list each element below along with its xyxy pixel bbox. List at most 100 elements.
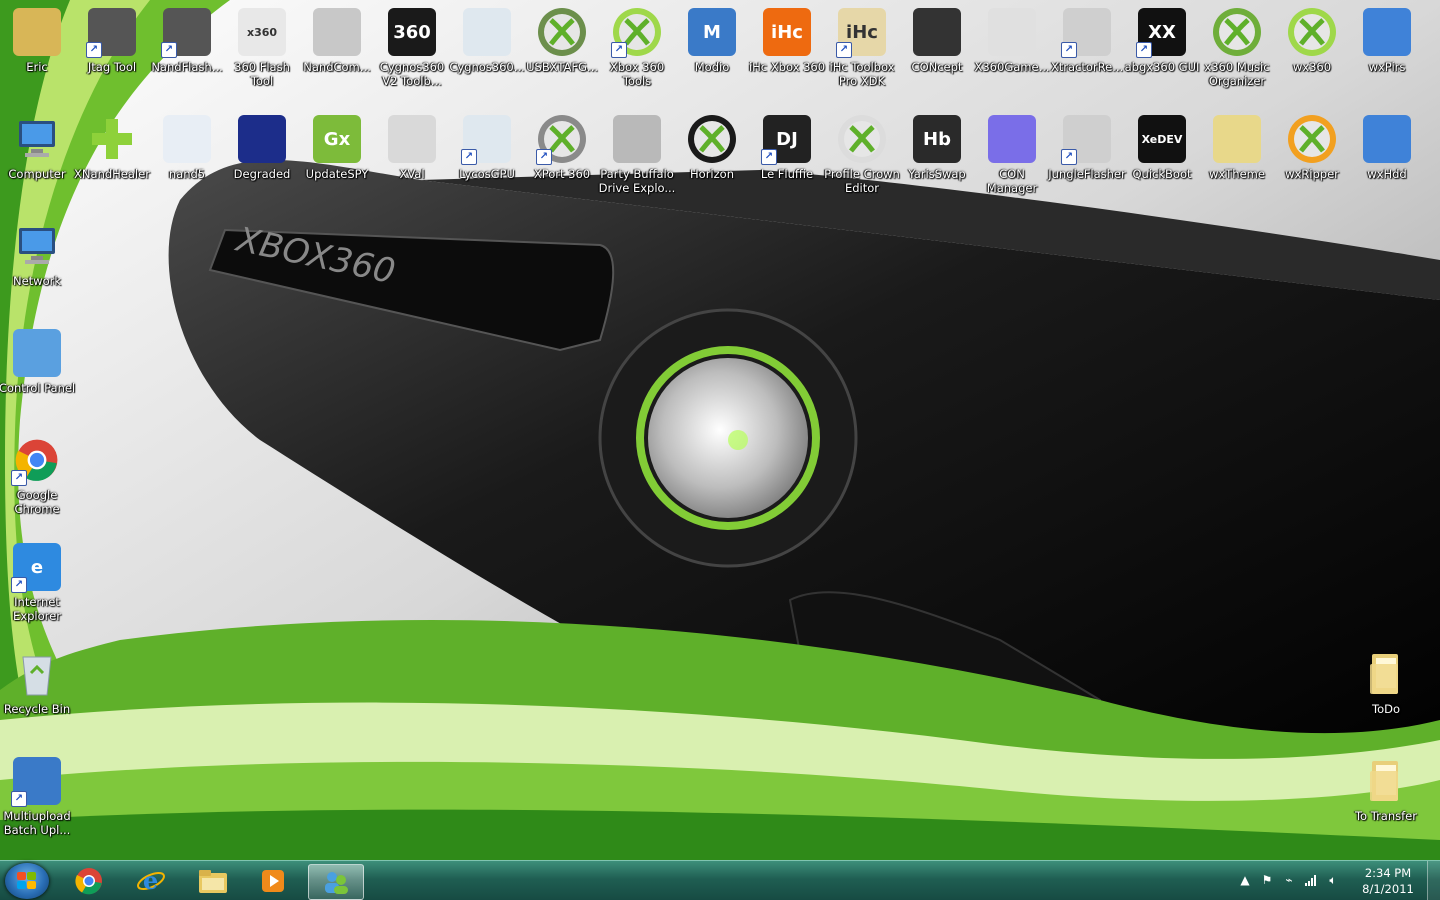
- taskbar-media-player-button[interactable]: [246, 864, 300, 898]
- desktop-icon-label: Modio: [694, 60, 730, 74]
- show-desktop-button[interactable]: [1427, 861, 1440, 900]
- green-cross-icon: [88, 115, 136, 163]
- shortcut-arrow-icon: ↗: [461, 149, 477, 165]
- action-center-flag-icon[interactable]: ⚑: [1260, 873, 1274, 887]
- desktop-icon-concept[interactable]: CONcept: [900, 4, 974, 104]
- system-clock[interactable]: 2:34 PM 8/1/2011: [1358, 865, 1418, 897]
- taskbar-ie-button[interactable]: e: [124, 864, 178, 898]
- concept-icon: [913, 8, 961, 56]
- desktop-icon-label: XtractorRe...: [1050, 60, 1124, 74]
- desktop-icon-label: Cygnos360 V2 Toolb...: [379, 60, 445, 88]
- network-signal-icon[interactable]: [1304, 873, 1318, 887]
- desktop-icon-google-chrome[interactable]: ↗ Google Chrome: [0, 432, 74, 532]
- desktop-icon-x360game[interactable]: X360Game...: [974, 4, 1050, 104]
- desktop-icon-lycosgpu[interactable]: ↗ LycosGPU: [450, 111, 524, 211]
- desktop-icon-jtag-tool[interactable]: ↗ Jtag Tool: [75, 4, 149, 104]
- desktop-icon-wx360[interactable]: wx360: [1275, 4, 1349, 104]
- desktop-icon-degraded[interactable]: Degraded: [225, 111, 299, 211]
- chrome-icon: ↗: [11, 436, 61, 486]
- desktop-icon-modio[interactable]: M Modio: [675, 4, 749, 104]
- desktop-icon-label: nand5: [168, 167, 206, 181]
- desktop-icon-cygnos360-v2-toolb[interactable]: 360 Cygnos360 V2 Toolb...: [375, 4, 449, 104]
- desktop-icon-label: Computer: [8, 167, 66, 181]
- desktop-icon-xport-360[interactable]: ↗ XPort 360: [525, 111, 599, 211]
- desktop-icon-jungleflasher[interactable]: ↗ JungleFlasher: [1048, 111, 1126, 211]
- shortcut-arrow-icon: ↗: [86, 42, 102, 58]
- desktop-icon-label: Internet Explorer: [13, 595, 61, 623]
- desktop-icon-abgx360-gui[interactable]: XX ↗ abgx360 GUI: [1125, 4, 1199, 104]
- taskbar-active-app-button[interactable]: [308, 864, 364, 900]
- desktop-icon-nandflash[interactable]: ↗ NandFlash...: [150, 4, 224, 104]
- desktop-icon-to-transfer[interactable]: To Transfer: [1349, 753, 1423, 853]
- window-app-icon: ↗: [461, 115, 511, 165]
- desktop-icon-label: CONcept: [911, 60, 963, 74]
- desktop-icon-computer[interactable]: Computer: [0, 111, 74, 211]
- desktop-icon-nandcom[interactable]: NandCom...: [300, 4, 374, 104]
- desktop-icon-network[interactable]: Network: [0, 218, 74, 318]
- desktop-icon-recycle-bin[interactable]: Recycle Bin: [0, 646, 74, 746]
- desktop-icon-360-flash-tool[interactable]: x360 360 Flash Tool: [225, 4, 299, 104]
- desktop-icon-wxpirs[interactable]: wxPirs: [1350, 4, 1424, 104]
- network-icon: [13, 222, 61, 270]
- volume-icon[interactable]: 🔈︎: [1326, 873, 1340, 887]
- recycle-bin-icon: [13, 650, 61, 698]
- desktop-icon-quickboot[interactable]: XeDEV QuickBoot: [1125, 111, 1199, 211]
- desktop-icon-label: X360Game...: [974, 60, 1050, 74]
- desktop-icon-ihc-xbox-360[interactable]: iHc iHc Xbox 360: [748, 4, 826, 104]
- desktop-icon-xval[interactable]: XVal: [375, 111, 449, 211]
- desktop-icon-label: wxPirs: [1368, 60, 1406, 74]
- shortcut-arrow-icon: ↗: [1136, 42, 1152, 58]
- desktop-icon-usbxtafg[interactable]: USBXTAFG...: [525, 4, 599, 104]
- modio-icon: M: [688, 8, 736, 56]
- desktop-icon-cygnos360[interactable]: Cygnos360...: [449, 4, 525, 104]
- xbox-logo-icon: ↗: [611, 8, 661, 58]
- xbox-logo-icon: ↗: [536, 115, 586, 165]
- desktop-icon-xtractorre[interactable]: ↗ XtractorRe...: [1050, 4, 1124, 104]
- desktop-icon-label: abgx360 GUI: [1124, 60, 1200, 74]
- paw-icon: DJ ↗: [761, 115, 811, 165]
- desktop-icon-label: QuickBoot: [1132, 167, 1192, 181]
- desktop-icon-xbox-360-tools[interactable]: ↗ Xbox 360 Tools: [600, 4, 674, 104]
- desktop-icon-label: LycosGPU: [459, 167, 515, 181]
- desktop-icon-wxhdd[interactable]: wxHdd: [1350, 111, 1424, 211]
- window-app-icon: [463, 8, 511, 56]
- taskbar-chrome-button[interactable]: [62, 864, 116, 898]
- desktop-icon-ihc-toolbox-pro-xdk[interactable]: iHc ↗ iHc Toolbox Pro XDK: [825, 4, 899, 104]
- desktop-icon-horizon[interactable]: Horizon: [675, 111, 749, 211]
- desktop-icon-control-panel[interactable]: Control Panel: [0, 325, 75, 425]
- wx-file-icon: [1363, 8, 1411, 56]
- desktop-icon-multiupload-batch-upl[interactable]: ↗ Multiupload Batch Upl...: [0, 753, 74, 853]
- power-plug-icon[interactable]: ⌁: [1282, 873, 1296, 887]
- folder-icon: [1362, 757, 1410, 805]
- agent-icon: [388, 115, 436, 163]
- desktop-icon-xnandhealer[interactable]: XNandHealer: [74, 111, 150, 211]
- desktop-icon-label: 360 Flash Tool: [234, 60, 290, 88]
- desktop-icon-con-manager[interactable]: CON Manager: [975, 111, 1049, 211]
- show-hidden-icons-icon[interactable]: ▲: [1238, 873, 1252, 887]
- start-button[interactable]: [5, 863, 49, 899]
- xbox-logo-icon: [1213, 8, 1261, 56]
- ihc-box-icon: iHc ↗: [836, 8, 886, 58]
- desktop-icon-yarisswap[interactable]: Hb YarisSwap: [900, 111, 974, 211]
- desktop-icon-label: iHc Xbox 360: [748, 60, 826, 74]
- shortcut-arrow-icon: ↗: [611, 42, 627, 58]
- wx-xbox-icon: [1288, 8, 1336, 56]
- taskbar-explorer-button[interactable]: [186, 864, 240, 898]
- desktop-icon-x360-music-organizer[interactable]: x360 Music Organizer: [1200, 4, 1274, 104]
- system-tray: ▲ ⚑ ⌁ 🔈︎ 2:34 PM 8/1/2011: [1220, 861, 1440, 900]
- desktop-icon-wxtheme[interactable]: wxTheme: [1200, 111, 1274, 211]
- desktop-icon-todo[interactable]: ToDo: [1349, 646, 1423, 746]
- desktop-icon-party-buffalo-drive-explo[interactable]: Party Buffalo Drive Explo...: [599, 111, 675, 211]
- desktop-icon-internet-explorer[interactable]: e ↗ Internet Explorer: [0, 539, 74, 639]
- chip-icon: ↗: [161, 8, 211, 58]
- desktop-icon-le-fluffie[interactable]: DJ ↗ Le Fluffie: [750, 111, 824, 211]
- xbox-console-icon: [988, 8, 1036, 56]
- desktop-icon-eric[interactable]: Eric: [0, 4, 74, 104]
- desktop-icon-updatespy[interactable]: Gx UpdateSPY: [300, 111, 374, 211]
- desktop-icon-profile-crown-editor[interactable]: Profile Crown Editor: [824, 111, 900, 211]
- shortcut-arrow-icon: ↗: [161, 42, 177, 58]
- shortcut-arrow-icon: ↗: [11, 791, 27, 807]
- ie-icon: e ↗: [11, 543, 61, 593]
- desktop-icon-wxripper[interactable]: wxRipper: [1275, 111, 1349, 211]
- desktop-icon-nand5[interactable]: nand5: [150, 111, 224, 211]
